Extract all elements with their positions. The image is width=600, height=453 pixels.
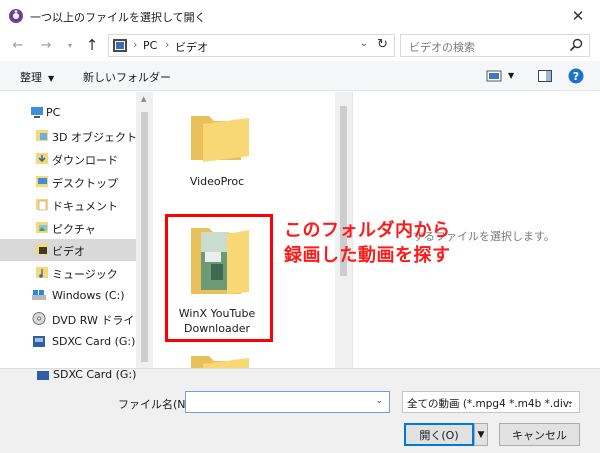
3d-objects-icon [36,130,48,141]
file-type-value: 全ての動画 (*.mpg4 *.m4b *.div: [407,398,572,410]
annotation-line1: このフォルダ内から [284,220,451,241]
forward-arrow-icon[interactable]: → [38,37,54,53]
close-button[interactable]: ✕ [556,0,600,31]
triangle-down-icon: ▼ [477,429,485,440]
document-icon [36,199,48,211]
sidebar-item-label: ピクチャ [52,223,96,236]
organize-label: 整理 [20,71,42,84]
search-box[interactable]: ビデオの検索 [400,34,590,57]
dvd-icon [32,312,46,325]
sidebar-item-sdxc-partial[interactable]: SDXC Card (G:) [0,368,150,380]
refresh-icon[interactable]: ↻ [377,37,388,52]
chevron-down-icon: ▼ [48,74,55,83]
organize-button[interactable]: 整理 ▼ [20,69,54,85]
folder-videoproc[interactable]: VideoProc [167,102,267,188]
sidebar-item-pictures[interactable]: ピクチャ [0,217,136,239]
sidebar-item-label: SDXC Card (G:) [52,335,136,348]
chevron-down-icon[interactable]: ⌄ [566,397,574,407]
sd-card-icon [33,336,45,347]
preview-pane-icon[interactable] [537,68,553,84]
view-dropdown-icon[interactable]: ▼ [508,71,514,80]
new-folder-button[interactable]: 新しいフォルダー [83,69,171,85]
file-name-input[interactable]: ⌄ [185,391,390,413]
open-dropdown-button[interactable]: ▼ [474,423,488,446]
video-icon [36,244,48,255]
sidebar-item-label: デスクトップ [52,177,118,190]
command-toolbar: 整理 ▼ 新しいフォルダー ▼ ? [0,61,600,91]
sidebar-item-label: Windows (C:) [52,289,125,302]
folder-icon [191,356,249,368]
folder-partial[interactable] [167,350,267,368]
file-name-panel: SDXC Card (G:) ファイル名(N): ⌄ 全ての動画 (*.mpg4… [0,368,600,453]
download-icon [36,153,48,164]
title-bar: 一つ以上のファイルを選択して開く ✕ [0,0,600,31]
sd-card-icon [37,371,49,380]
search-icon[interactable] [569,38,583,52]
sidebar-item-label: ドキュメント [52,200,118,213]
navigation-pane: PC 3D オブジェクト ダウンロード デスクトップ ドキュメント ピクチャ ビ… [0,92,136,368]
address-dropdown-icon[interactable]: ⌄ [360,38,368,49]
breadcrumb-video[interactable]: ビデオ [175,39,208,55]
scrollbar-thumb[interactable] [141,112,148,362]
sidebar-item-3d-objects[interactable]: 3D オブジェクト [0,125,136,147]
sidebar-item-label: ミュージック [52,268,118,281]
pc-icon [31,107,43,118]
breadcrumb-pc[interactable]: PC [143,39,157,52]
help-icon[interactable]: ? [568,68,584,84]
sidebar-item-dvd[interactable]: DVD RW ドライブ ( [0,308,136,330]
back-arrow-icon[interactable]: ← [10,37,26,53]
sidebar-item-pc[interactable]: PC [0,102,136,124]
sidebar-item-music[interactable]: ミュージック [0,262,136,284]
view-options-icon[interactable] [486,68,502,84]
sidebar-item-desktop[interactable]: デスクトップ [0,171,136,193]
window-title: 一つ以上のファイルを選択して開く [30,11,206,24]
sidebar-item-label: ダウンロード [52,154,118,167]
open-button[interactable]: 開く(O) [404,423,474,446]
cancel-button[interactable]: キャンセル [499,423,580,446]
search-placeholder: ビデオの検索 [409,41,475,54]
sidebar-item-download[interactable]: ダウンロード [0,148,136,170]
file-name-label: ファイル名(N): [118,398,194,411]
svg-text:?: ? [573,70,579,83]
video-folder-icon [113,39,127,52]
folder-icon [191,116,249,162]
sidebar-item-sdxc[interactable]: SDXC Card (G:) [0,331,136,353]
desktop-icon [36,176,48,187]
sidebar-item-label: SDXC Card (G:) [53,368,137,380]
sidebar-item-video[interactable]: ビデオ [0,239,136,261]
up-arrow-icon[interactable]: ↑ [84,36,100,54]
breadcrumb-separator: › [165,38,170,51]
folder-name: VideoProc [189,175,245,188]
sidebar-item-documents[interactable]: ドキュメント [0,194,136,216]
breadcrumb-separator: › [133,38,138,51]
sidebar-item-label: DVD RW ドライブ ( [52,314,136,327]
address-bar[interactable]: › PC › ビデオ ⌄ ↻ [108,34,395,57]
navigation-bar: ← → ▾ ↑ › PC › ビデオ ⌄ ↻ ビデオの検索 [0,31,600,61]
close-icon: ✕ [571,6,585,25]
drive-icon [32,290,46,300]
file-type-select[interactable]: 全ての動画 (*.mpg4 *.m4b *.div: ⌄ [402,391,580,413]
highlight-box [165,214,273,342]
recent-dropdown-icon[interactable]: ▾ [62,37,78,53]
sidebar-item-label: 3D オブジェクト [52,131,136,144]
picture-icon [36,222,48,233]
chevron-down-icon[interactable]: ⌄ [375,396,383,406]
sidebar-item-windows-c[interactable]: Windows (C:) [0,285,136,307]
music-icon [36,267,48,278]
sidebar-scrollbar[interactable]: ▲ [136,92,153,368]
scroll-up-icon[interactable]: ▲ [141,95,146,103]
app-icon [9,9,23,23]
annotation-text: このフォルダ内から 録画した動画を探す [284,218,451,268]
sidebar-item-label: ビデオ [52,245,85,258]
sidebar-item-label: PC [46,106,61,119]
annotation-line2: 録画した動画を探す [284,245,451,266]
